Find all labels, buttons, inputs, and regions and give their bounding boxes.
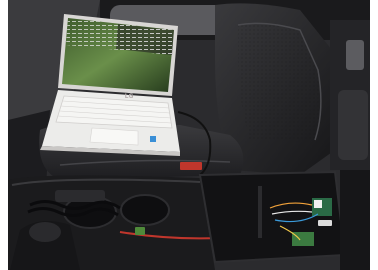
green-connector [135,227,145,235]
console-storage-box [198,170,347,264]
laptop-touchpad [89,127,139,146]
gear-knob [29,222,61,242]
console-button-panel [55,190,105,202]
cupholder-right [120,194,170,226]
seat-side-bolster [338,90,368,160]
module-display-readout [224,233,262,245]
storage-divider [258,186,262,238]
laptop-brand-logo: LG [124,93,134,100]
car-interior-photo [0,0,378,270]
seat-belt-buckle [346,40,364,70]
usb-device [318,220,332,226]
seat-red-tag [180,162,202,170]
console-right-panel [340,170,370,270]
relay-white [314,200,322,208]
sensor-board [292,232,314,246]
laptop-sticker [150,136,156,142]
